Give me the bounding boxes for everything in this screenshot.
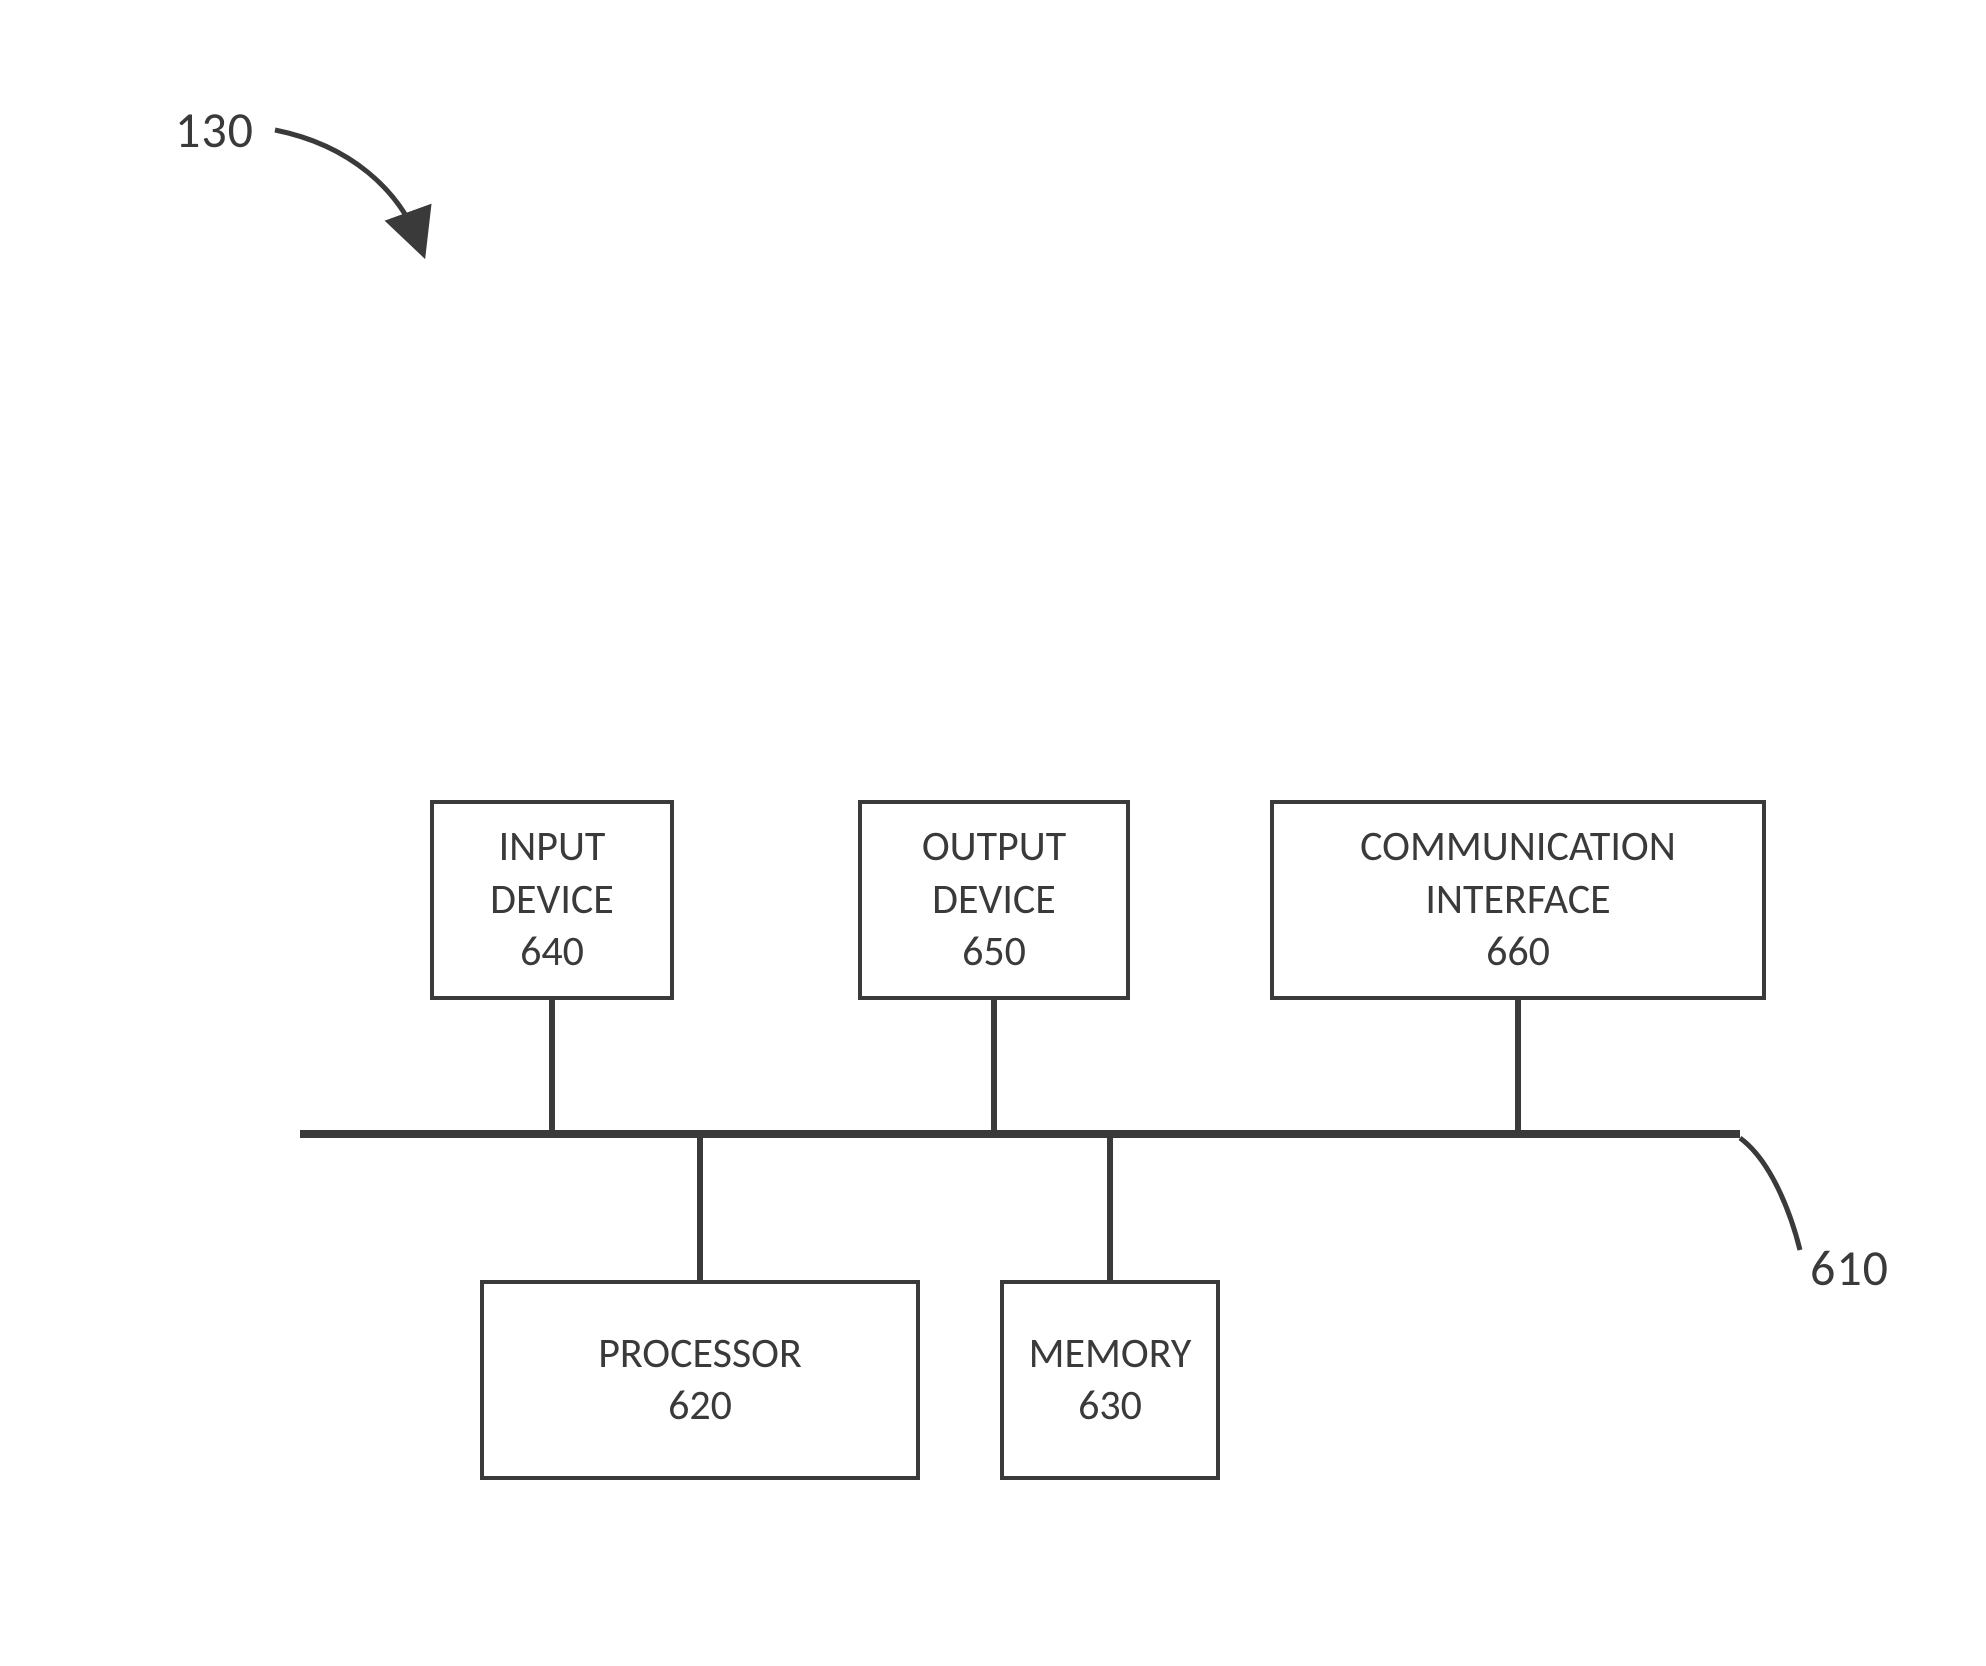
- block-title: INPUT DEVICE: [454, 821, 650, 926]
- block-processor: PROCESSOR 620: [480, 1280, 920, 1480]
- block-input-device: INPUT DEVICE 640: [430, 800, 674, 1000]
- block-output-device: OUTPUT DEVICE 650: [858, 800, 1130, 1000]
- block-number: 660: [1486, 926, 1550, 979]
- block-number: 640: [520, 926, 584, 979]
- block-title: OUTPUT DEVICE: [882, 821, 1106, 926]
- system-bus: [300, 1130, 1740, 1138]
- block-communication-interface: COMMUNICATION INTERFACE 660: [1270, 800, 1766, 1000]
- block-number: 620: [668, 1380, 732, 1433]
- block-title: PROCESSOR: [598, 1328, 802, 1381]
- diagram-canvas: 130 INPUT DEVICE 640 OUTPUT DEVICE 650 C…: [0, 0, 1986, 1666]
- figure-reference-label: 130: [175, 100, 254, 161]
- block-number: 650: [962, 926, 1026, 979]
- block-memory: MEMORY 630: [1000, 1280, 1220, 1480]
- block-title: COMMUNICATION INTERFACE: [1294, 821, 1742, 926]
- block-number: 630: [1078, 1380, 1142, 1433]
- bus-reference-label: 610: [1810, 1238, 1889, 1299]
- block-title: MEMORY: [1029, 1328, 1192, 1381]
